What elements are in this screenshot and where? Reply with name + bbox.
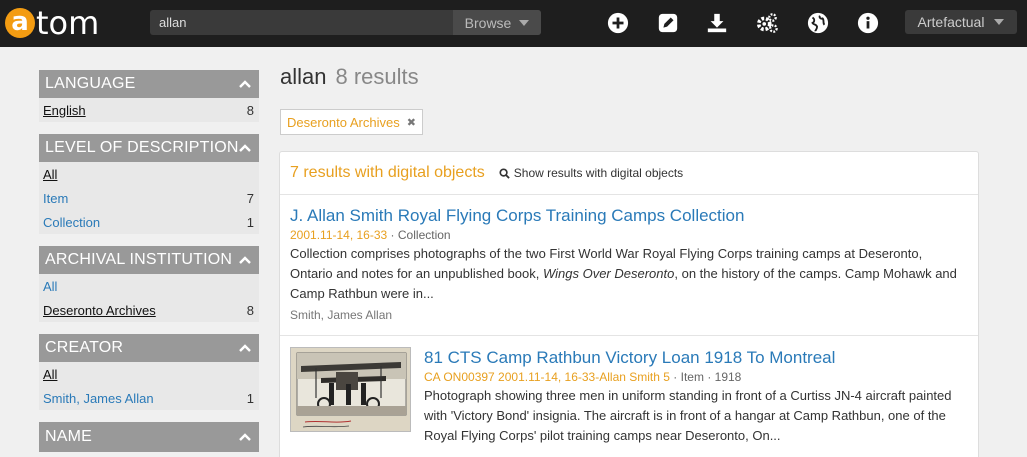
result-meta: CA ON00397 2001.11-14, 16-33-Allan Smith… <box>424 370 968 384</box>
facet-row: Collection 1 <box>39 210 259 234</box>
result-level: Collection <box>397 228 451 242</box>
facet-link-all[interactable]: All <box>43 279 57 294</box>
facet-row: Item 7 <box>39 186 259 210</box>
facet-creator: CREATOR All Smith, James Allan 1 <box>39 334 259 410</box>
chevron-up-icon <box>239 144 251 152</box>
results-panel: 7 results with digital objects Show resu… <box>279 151 979 457</box>
chevron-up-icon <box>239 256 251 264</box>
facet-title: CREATOR <box>45 339 124 356</box>
info-icon[interactable] <box>856 11 880 35</box>
facet-count: 1 <box>246 214 254 230</box>
meta-separator: · <box>390 228 398 242</box>
globe-icon[interactable] <box>806 11 830 35</box>
facet-header[interactable]: LEVEL OF DESCRIPTION <box>39 134 259 162</box>
page-title: allan 8 results <box>280 64 419 90</box>
result-creator: Smith, James Allan <box>290 308 393 322</box>
facet-header[interactable]: CREATOR <box>39 334 259 362</box>
facet-row: All <box>39 162 259 186</box>
culture-label: Artefactual <box>917 14 985 30</box>
result-count: 8 results <box>335 64 419 89</box>
result-level: Item <box>680 370 704 384</box>
search-box: Browse <box>150 10 541 35</box>
result-reference: CA ON00397 2001.11-14, 16-33-Allan Smith… <box>424 370 670 384</box>
remove-filter-icon[interactable]: ✖ <box>407 116 416 129</box>
gears-icon[interactable] <box>755 11 779 35</box>
browse-label: Browse <box>464 14 512 31</box>
facet-level-of-description: LEVEL OF DESCRIPTION All Item 7 Collecti… <box>39 134 259 234</box>
chevron-up-icon <box>239 80 251 88</box>
result-thumbnail[interactable] <box>290 347 411 432</box>
facet-row: Deseronto Archives 8 <box>39 298 259 322</box>
facet-title: LANGUAGE <box>45 75 136 92</box>
facet-count: 8 <box>246 102 254 118</box>
result-reference: 2001.11-14, 16-33 <box>290 228 388 242</box>
facet-link-all[interactable]: All <box>43 367 57 382</box>
filter-tag: Deseronto Archives ✖ <box>280 109 423 135</box>
browse-button[interactable]: Browse <box>453 10 541 35</box>
description-book-title: Wings Over Deseronto <box>542 266 675 281</box>
top-bar: a tom Browse Artefactual <box>0 0 1027 47</box>
search-icon <box>499 167 510 179</box>
result-date: 1918 <box>714 370 742 384</box>
chevron-down-icon <box>994 19 1005 25</box>
facet-link-smith-james-allan[interactable]: Smith, James Allan <box>43 391 154 406</box>
facet-link-deseronto-archives[interactable]: Deseronto Archives <box>43 303 156 318</box>
show-digital-objects-label: Show results with digital objects <box>513 166 684 180</box>
result-item: J. Allan Smith Royal Flying Corps Traini… <box>280 195 978 336</box>
facet-row: All <box>39 362 259 386</box>
facet-name: NAME <box>39 422 259 452</box>
meta-separator: · <box>707 370 715 384</box>
edit-icon[interactable] <box>656 11 680 35</box>
facet-link-english[interactable]: English <box>43 103 86 118</box>
facet-row: Smith, James Allan 1 <box>39 386 259 410</box>
search-input[interactable] <box>150 10 453 35</box>
facet-count: 1 <box>246 390 254 406</box>
facet-link-collection[interactable]: Collection <box>43 215 100 230</box>
result-item: 81 CTS Camp Rathbun Victory Loan 1918 To… <box>280 336 978 446</box>
facet-header[interactable]: NAME <box>39 422 259 452</box>
facet-title: LEVEL OF DESCRIPTION <box>45 139 239 156</box>
digital-objects-count: 7 results with digital objects <box>290 164 485 181</box>
culture-menu-button[interactable]: Artefactual <box>905 10 1017 34</box>
result-description: Collection comprises photographs of the … <box>290 244 968 304</box>
show-digital-objects-link[interactable]: Show results with digital objects <box>499 166 683 180</box>
filter-label: Deseronto Archives <box>287 114 400 130</box>
result-description: Photograph showing three men in uniform … <box>424 388 952 443</box>
chevron-up-icon <box>239 344 251 352</box>
facet-link-all[interactable]: All <box>43 167 57 182</box>
logo-text: tom <box>36 4 100 42</box>
facet-title: NAME <box>45 428 93 445</box>
facet-count: 7 <box>246 190 254 206</box>
chevron-up-icon <box>239 433 251 441</box>
atom-logo[interactable]: a tom <box>5 4 99 42</box>
logo-a-mark: a <box>5 8 35 38</box>
facet-link-item[interactable]: Item <box>43 191 68 206</box>
facet-count: 8 <box>246 302 254 318</box>
result-meta: 2001.11-14, 16-33 · Collection <box>290 228 968 242</box>
facet-row: All <box>39 274 259 298</box>
search-query: allan <box>280 64 327 89</box>
facet-archival-institution: ARCHIVAL INSTITUTION All Deseronto Archi… <box>39 246 259 322</box>
facet-row: English 8 <box>39 98 259 122</box>
digital-objects-bar: 7 results with digital objects Show resu… <box>280 152 978 195</box>
result-title-link[interactable]: 81 CTS Camp Rathbun Victory Loan 1918 To… <box>424 348 968 368</box>
plus-circle-icon[interactable] <box>606 11 630 35</box>
result-body: 81 CTS Camp Rathbun Victory Loan 1918 To… <box>424 347 968 446</box>
result-title-link[interactable]: J. Allan Smith Royal Flying Corps Traini… <box>290 206 968 226</box>
facet-language: LANGUAGE English 8 <box>39 70 259 122</box>
chevron-down-icon <box>519 19 530 26</box>
facet-title: ARCHIVAL INSTITUTION <box>45 251 233 268</box>
meta-separator: · <box>673 370 681 384</box>
facet-header[interactable]: LANGUAGE <box>39 70 259 98</box>
facet-header[interactable]: ARCHIVAL INSTITUTION <box>39 246 259 274</box>
download-icon[interactable] <box>705 11 729 35</box>
